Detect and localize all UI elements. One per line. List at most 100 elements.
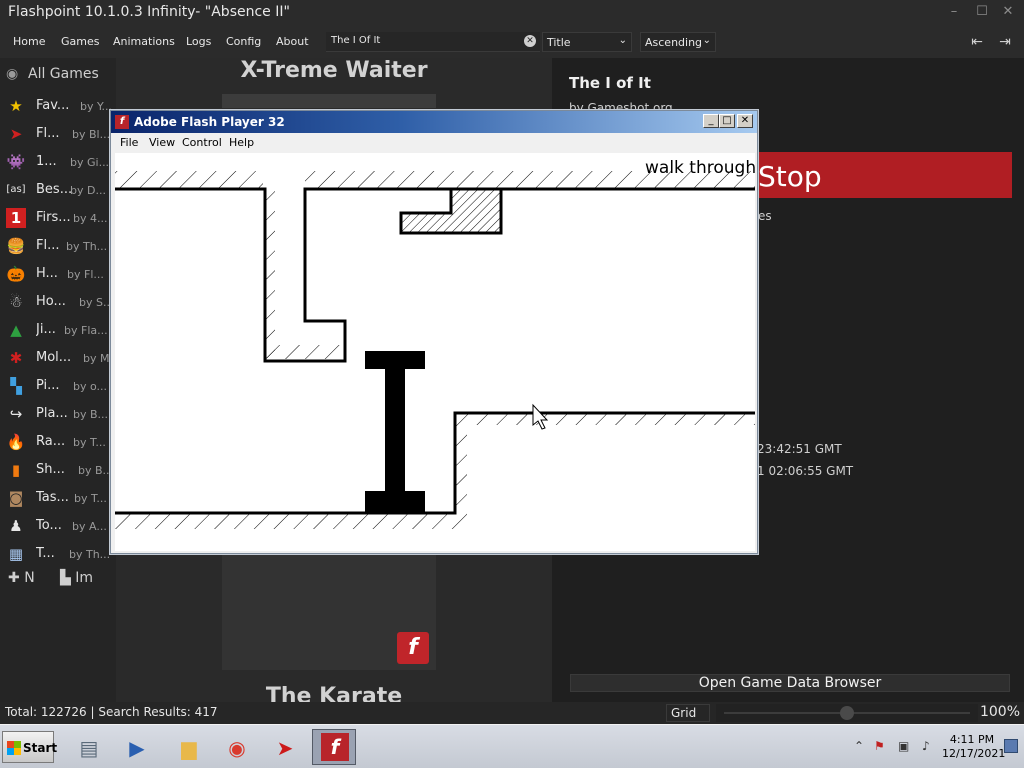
nav-logs[interactable]: Logs [186, 35, 211, 48]
volume-icon[interactable]: ♪ [922, 739, 930, 753]
all-games-item[interactable]: ◉ All Games [6, 66, 99, 82]
collapse-right-icon[interactable]: ⇥ [994, 32, 1016, 52]
new-playlist-label: N [24, 570, 35, 586]
zoom-slider[interactable] [716, 704, 978, 722]
sidebar-playlist-item[interactable]: ♟ To... by A... [4, 514, 116, 538]
as-icon: [as] [6, 184, 26, 195]
sidebar-playlist-item[interactable]: ↪ Pla... by B... [4, 402, 116, 426]
i-beam-bottom [365, 491, 425, 513]
new-playlist-button[interactable]: ✚ N [8, 570, 35, 586]
sidebar-playlist-item[interactable]: 👾 1... by Gi... [4, 150, 116, 174]
sidebar-playlist-item[interactable]: ✱ Mol... by M... [4, 346, 120, 370]
sidebar-playlist-item[interactable]: ▚ Pi... by o... [4, 374, 116, 398]
layout-select[interactable]: Grid ⌄ [666, 704, 710, 734]
blocks-icon: ▦ [8, 545, 24, 563]
playlist-name: Pi... [36, 378, 60, 393]
fp-close-button[interactable]: ✕ [737, 114, 753, 128]
system-clock[interactable]: 4:11 PM 12/17/2021 [942, 733, 1005, 761]
sidebar-playlist-item[interactable]: ▮ Sh... by B... [4, 458, 116, 482]
status-separator: | [90, 705, 95, 719]
playlist-name: Ho... [36, 294, 66, 309]
server-icon: ▤ [79, 736, 99, 760]
game-title: The I of It [569, 74, 651, 92]
maximize-button[interactable]: ☐ [970, 2, 994, 22]
game-tile-title[interactable]: X-Treme Waiter [116, 58, 552, 83]
fp-maximize-button[interactable]: □ [719, 114, 735, 128]
sidebar-playlist-item[interactable]: 🎃 H... by Fl... [4, 262, 116, 286]
pumpkin-icon: 🎃 [6, 265, 26, 283]
sidebar-playlist-item[interactable]: [as] Bes... by D... [4, 178, 116, 202]
stop-label: Stop [758, 160, 822, 193]
sidebar-playlist-item[interactable]: ★ Fav... by Y... [4, 94, 116, 118]
i-beam-top [365, 351, 425, 369]
status-counts: Total: 122726 | Search Results: 417 [5, 705, 218, 719]
taskbar-app-flash-player[interactable]: f [312, 729, 356, 765]
fp-minimize-button[interactable]: _ [703, 114, 719, 128]
playlist-name: To... [36, 518, 62, 533]
sidebar-playlist-item[interactable]: ▦ T... by Th... [4, 542, 116, 566]
stop-button[interactable]: Stop [756, 152, 1012, 198]
sidebar-playlist-item[interactable]: ◙ Tas... by T... [4, 486, 116, 510]
taskbar-app-powershell[interactable]: ▶ [114, 729, 158, 765]
fp-menu-control[interactable]: Control [182, 136, 222, 149]
nav-config[interactable]: Config [226, 35, 261, 48]
zoom-handle[interactable] [840, 706, 854, 720]
nav-animations[interactable]: Animations [113, 35, 175, 48]
taskbar-app-chrome[interactable]: ◉ [214, 729, 258, 765]
close-button[interactable]: ✕ [996, 2, 1020, 22]
space-invader-icon: 👾 [6, 153, 26, 171]
order-by-select[interactable]: Title ⌄ [542, 32, 632, 52]
order-direction-select[interactable]: Ascending ⌄ [640, 32, 716, 52]
playlist-author: by D... [70, 184, 106, 197]
game-level-drawing: walk through [115, 158, 756, 529]
flash-player-icon: f [321, 733, 349, 761]
flash-game-stage[interactable]: walk through [115, 153, 756, 551]
taskbar-app-flashpoint[interactable]: ➤ [262, 729, 306, 765]
playlist-author: by A... [72, 520, 107, 533]
nav-about[interactable]: About [276, 35, 309, 48]
open-game-data-browser-button[interactable]: Open Game Data Browser [570, 674, 1010, 692]
details-fragment: es [758, 209, 772, 223]
sidebar-playlist-item[interactable]: 🔥 Ra... by T... [4, 430, 116, 454]
zoom-value: 100% [979, 704, 1020, 720]
game-tile-thumbnail[interactable]: f [222, 552, 436, 670]
sidebar-playlist-item[interactable]: ▲ Ji... by Fla... [4, 318, 116, 342]
clock-time: 4:11 PM [949, 733, 995, 746]
taskbar-app-explorer[interactable]: ▆ [166, 729, 210, 765]
order-by-value: Title [547, 36, 571, 49]
flashpoint-icon: ➤ [276, 736, 294, 760]
playlist-name: Mol... [36, 350, 72, 365]
start-button[interactable]: Start [2, 731, 57, 763]
taskbar-app-server[interactable]: ▤ [66, 729, 110, 765]
nav-home[interactable]: Home [13, 35, 45, 48]
tray-expand-icon[interactable]: ⌃ [854, 739, 864, 753]
sidebar-playlist-item[interactable]: 🍔 Fl... by Th... [4, 234, 116, 258]
flash-player-window[interactable]: f Adobe Flash Player 32 _ □ ✕ File View … [110, 110, 758, 554]
flash-player-titlebar[interactable]: f Adobe Flash Player 32 _ □ ✕ [111, 111, 757, 133]
date-added-value: 23:42:51 GMT [757, 442, 842, 456]
clear-icon[interactable]: ✕ [524, 35, 536, 47]
action-center-icon[interactable]: ⚑ [874, 739, 885, 753]
import-playlist-button[interactable]: ▙ Im [60, 570, 93, 586]
collapse-left-icon[interactable]: ⇤ [966, 32, 988, 52]
game-tile-title[interactable]: The Karate [116, 684, 552, 702]
sidebar-playlist-item[interactable]: ➤ Fl... by Bl... [4, 122, 116, 146]
sidebar-playlist-item[interactable]: ☃ Ho... by S... [4, 290, 116, 314]
network-icon[interactable]: ▣ [898, 739, 909, 753]
nav-games[interactable]: Games [61, 35, 99, 48]
fp-menu-help[interactable]: Help [229, 136, 254, 149]
search-input[interactable]: The I Of It ✕ [326, 32, 540, 52]
burger-icon: 🍔 [6, 237, 26, 255]
fp-menu-view[interactable]: View [149, 136, 175, 149]
pixel-icon: ▚ [10, 377, 22, 395]
all-games-label: All Games [28, 66, 99, 82]
windows-taskbar: Start ▤ ▶ ▆ ◉ ➤ f ⌃ ⚑ ▣ ♪ 4:11 PM 12/17/… [0, 724, 1024, 768]
sidebar-playlist-item[interactable]: 1 Firs... by 4... [4, 206, 116, 230]
show-desktop-icon[interactable] [1004, 739, 1018, 753]
santa-icon: ☃ [9, 293, 23, 311]
minimize-button[interactable]: – [942, 2, 966, 22]
tree-icon: ▲ [10, 321, 22, 339]
fp-menu-file[interactable]: File [120, 136, 138, 149]
game-tile-thumbnail[interactable] [222, 94, 436, 108]
playlist-name: Sh... [36, 462, 65, 477]
